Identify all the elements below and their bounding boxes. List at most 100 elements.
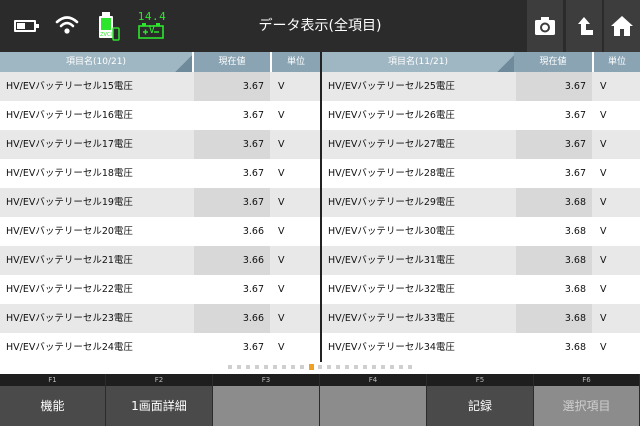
function-key-label: 1画面詳細	[106, 386, 212, 426]
table-row[interactable]: HV/EVバッテリーセル22電圧 3.67 V	[0, 275, 320, 304]
table-row[interactable]: HV/EVバッテリーセル30電圧 3.68 V	[322, 217, 640, 246]
cell-unit: V	[278, 110, 285, 121]
column-header-value: 現在値	[194, 52, 270, 72]
page-dot[interactable]	[408, 365, 412, 369]
page-title: データ表示(全項目)	[258, 18, 382, 34]
page-dot[interactable]	[363, 365, 367, 369]
cell-value: 3.67	[194, 130, 270, 159]
zvci-icon: ZVCI	[99, 12, 120, 41]
table-row[interactable]: HV/EVバッテリーセル28電圧 3.67 V	[322, 159, 640, 188]
cell-value: 3.67	[242, 284, 264, 295]
cell-name: HV/EVバッテリーセル27電圧	[328, 139, 455, 150]
cell-name: HV/EVバッテリーセル15電圧	[6, 81, 133, 92]
cell-unit: V	[278, 313, 285, 324]
page-dot[interactable]	[273, 365, 277, 369]
cell-value: 3.66	[242, 226, 264, 237]
page-indicator[interactable]	[0, 362, 640, 374]
cell-name: HV/EVバッテリーセル33電圧	[328, 313, 455, 324]
cell-value: 3.67	[242, 168, 264, 179]
function-key-bar: F1 機能 F2 1画面詳細 F3 F4 F5 記録 F6 選択項目	[0, 374, 640, 426]
cell-value: 3.68	[564, 342, 586, 353]
page-dot[interactable]	[228, 365, 232, 369]
cell-unit: V	[278, 255, 285, 266]
table-row[interactable]: HV/EVバッテリーセル19電圧 3.67 V	[0, 188, 320, 217]
table-row[interactable]: HV/EVバッテリーセル33電圧 3.68 V	[322, 304, 640, 333]
table-body: HV/EVバッテリーセル15電圧 3.67 V HV/EVバッテリーセル16電圧 3.6…	[0, 72, 320, 362]
cell-name: HV/EVバッテリーセル31電圧	[328, 255, 455, 266]
table-row[interactable]: HV/EVバッテリーセル31電圧 3.68 V	[322, 246, 640, 275]
table-row[interactable]: HV/EVバッテリーセル26電圧 3.67 V	[322, 101, 640, 130]
function-key-number: F1	[0, 374, 105, 386]
page-dot[interactable]	[246, 365, 250, 369]
table-row[interactable]: HV/EVバッテリーセル32電圧 3.68 V	[322, 275, 640, 304]
cell-name: HV/EVバッテリーセル17電圧	[6, 139, 133, 150]
page-dot[interactable]	[390, 365, 394, 369]
cell-value: 3.68	[516, 246, 592, 275]
table-row[interactable]: HV/EVバッテリーセル17電圧 3.67 V	[0, 130, 320, 159]
table-header: 項目名(11/21) 現在値 単位	[322, 52, 640, 72]
cell-name: HV/EVバッテリーセル22電圧	[6, 284, 133, 295]
table-header: 項目名(10/21) 現在値 単位	[0, 52, 320, 72]
table-row[interactable]: HV/EVバッテリーセル15電圧 3.67 V	[0, 72, 320, 101]
table-row[interactable]: HV/EVバッテリーセル23電圧 3.66 V	[0, 304, 320, 333]
cell-name: HV/EVバッテリーセル19電圧	[6, 197, 133, 208]
page-dot[interactable]	[354, 365, 358, 369]
home-button[interactable]	[604, 0, 640, 52]
voltage-indicator: 14.4 V	[134, 10, 170, 40]
cell-value: 3.67	[242, 342, 264, 353]
page-dot-active[interactable]	[309, 364, 314, 370]
back-button[interactable]	[566, 0, 602, 52]
table-row[interactable]: HV/EVバッテリーセル27電圧 3.67 V	[322, 130, 640, 159]
page-dot[interactable]	[381, 365, 385, 369]
table-row[interactable]: HV/EVバッテリーセル18電圧 3.67 V	[0, 159, 320, 188]
column-header-unit: 単位	[272, 52, 320, 72]
table-row[interactable]: HV/EVバッテリーセル29電圧 3.68 V	[322, 188, 640, 217]
table-row[interactable]: HV/EVバッテリーセル25電圧 3.67 V	[322, 72, 640, 101]
table-row[interactable]: HV/EVバッテリーセル34電圧 3.68 V	[322, 333, 640, 362]
cell-value: 3.67	[194, 72, 270, 101]
cell-value: 3.67	[516, 72, 592, 101]
page-dot[interactable]	[399, 365, 403, 369]
cell-unit: V	[600, 342, 607, 353]
function-key-f1[interactable]: F1 機能	[0, 374, 105, 426]
cell-name: HV/EVバッテリーセル28電圧	[328, 168, 455, 179]
function-key-f5[interactable]: F5 記録	[427, 374, 533, 426]
cell-value: 3.68	[564, 226, 586, 237]
page-dot[interactable]	[264, 365, 268, 369]
page-dot[interactable]	[282, 365, 286, 369]
cell-name: HV/EVバッテリーセル21電圧	[6, 255, 133, 266]
cell-unit: V	[600, 81, 607, 92]
page-dot[interactable]	[291, 365, 295, 369]
page-dot[interactable]	[336, 365, 340, 369]
page-dot[interactable]	[237, 365, 241, 369]
cell-unit: V	[600, 226, 607, 237]
cell-unit: V	[278, 168, 285, 179]
table-row[interactable]: HV/EVバッテリーセル24電圧 3.67 V	[0, 333, 320, 362]
function-key-number: F5	[427, 374, 533, 386]
page-dot[interactable]	[318, 365, 322, 369]
cell-name: HV/EVバッテリーセル18電圧	[6, 168, 133, 179]
wifi-icon	[55, 16, 79, 34]
page-dot[interactable]	[327, 365, 331, 369]
function-key-label	[320, 386, 426, 426]
function-key-f3: F3	[213, 374, 319, 426]
right-data-table: 項目名(11/21) 現在値 単位 HV/EVバッテリーセル25電圧 3.67 V H…	[322, 52, 640, 362]
table-row[interactable]: HV/EVバッテリーセル16電圧 3.67 V	[0, 101, 320, 130]
cell-unit: V	[600, 110, 607, 121]
page-dot[interactable]	[372, 365, 376, 369]
cell-unit: V	[278, 342, 285, 353]
page-dot[interactable]	[300, 365, 304, 369]
function-key-f2[interactable]: F2 1画面詳細	[106, 374, 212, 426]
table-row[interactable]: HV/EVバッテリーセル21電圧 3.66 V	[0, 246, 320, 275]
screenshot-button[interactable]	[527, 0, 563, 52]
page-dot[interactable]	[255, 365, 259, 369]
page-dot[interactable]	[345, 365, 349, 369]
cell-name: HV/EVバッテリーセル24電圧	[6, 342, 133, 353]
cell-name: HV/EVバッテリーセル25電圧	[328, 81, 455, 92]
column-header-unit: 単位	[594, 52, 640, 72]
function-key-number: F6	[534, 374, 639, 386]
cell-unit: V	[278, 226, 285, 237]
table-row[interactable]: HV/EVバッテリーセル20電圧 3.66 V	[0, 217, 320, 246]
function-key-number: F2	[106, 374, 212, 386]
table-body: HV/EVバッテリーセル25電圧 3.67 V HV/EVバッテリーセル26電圧 3.6…	[322, 72, 640, 362]
